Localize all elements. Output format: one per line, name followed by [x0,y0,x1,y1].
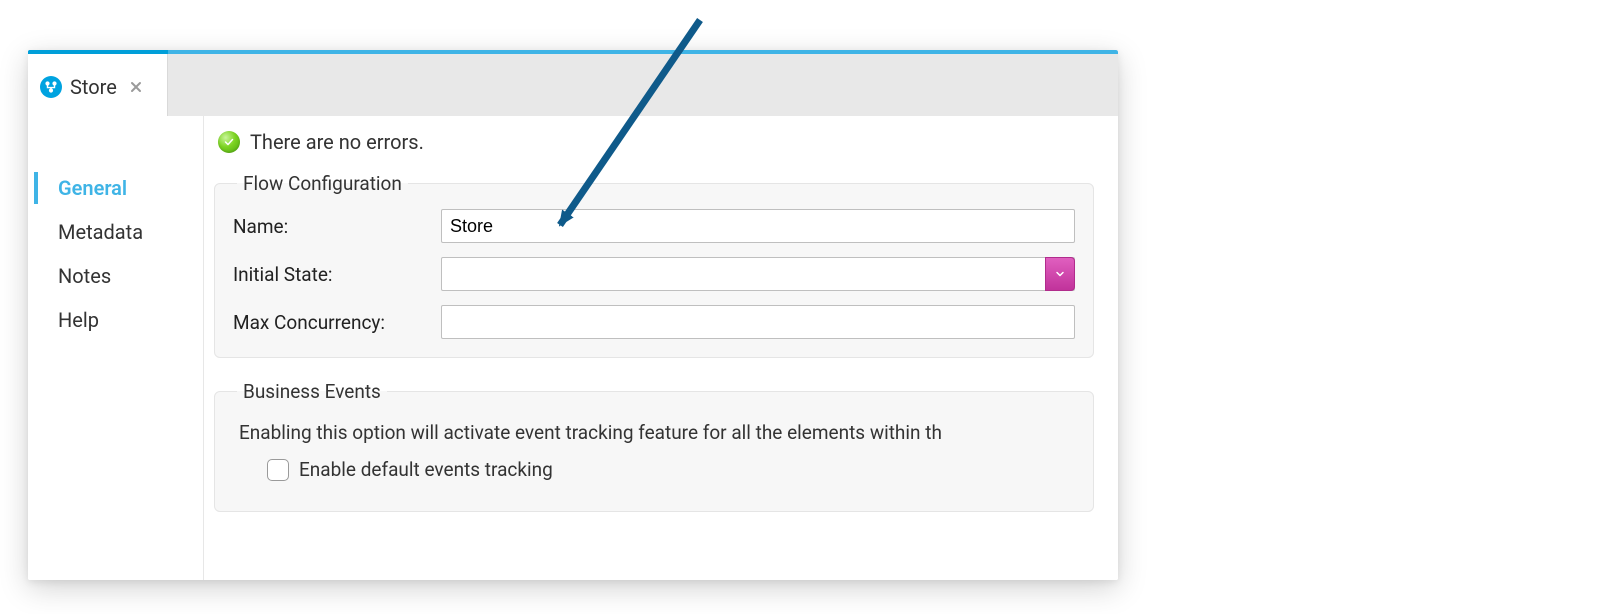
tab-store[interactable]: Store [28,54,168,120]
enable-tracking-label: Enable default events tracking [299,458,553,481]
sidebar-item-metadata[interactable]: Metadata [28,210,203,254]
content-area: There are no errors. Flow Configuration … [204,116,1118,580]
row-initial-state: Initial State: [233,257,1075,291]
sidebar: General Metadata Notes Help [28,116,204,580]
initial-state-input[interactable] [441,257,1075,291]
label-max-concurrency: Max Concurrency: [233,311,441,334]
flow-configuration-group: Flow Configuration Name: Initial State: [214,172,1094,358]
business-events-legend: Business Events [237,380,387,403]
config-panel: Store General Metadata Notes Help [28,50,1118,580]
sidebar-item-label: Metadata [58,220,143,244]
panel-body: General Metadata Notes Help There are no… [28,116,1118,580]
sidebar-item-label: Help [58,308,99,332]
sidebar-item-help[interactable]: Help [28,298,203,342]
label-name: Name: [233,215,441,238]
sidebar-item-label: Notes [58,264,111,288]
row-name: Name: [233,209,1075,243]
enable-tracking-checkbox[interactable] [267,459,289,481]
row-enable-tracking: Enable default events tracking [267,458,1075,481]
sidebar-item-general[interactable]: General [28,166,203,210]
sidebar-item-notes[interactable]: Notes [28,254,203,298]
check-circle-icon [218,131,240,153]
chevron-down-icon[interactable] [1045,257,1075,291]
initial-state-select[interactable] [441,257,1075,291]
sidebar-item-label: General [58,176,127,200]
status-message: There are no errors. [250,130,424,154]
label-initial-state: Initial State: [233,263,441,286]
business-events-group: Business Events Enabling this option wil… [214,380,1094,512]
tab-strip: Store [28,50,1118,116]
tab-label: Store [70,75,117,99]
status-row: There are no errors. [214,130,1094,154]
close-icon[interactable] [127,78,145,96]
flow-icon [40,76,62,98]
max-concurrency-input[interactable] [441,305,1075,339]
row-max-concurrency: Max Concurrency: [233,305,1075,339]
name-input[interactable] [441,209,1075,243]
flow-configuration-legend: Flow Configuration [237,172,408,195]
business-events-description: Enabling this option will activate event… [239,421,1075,444]
